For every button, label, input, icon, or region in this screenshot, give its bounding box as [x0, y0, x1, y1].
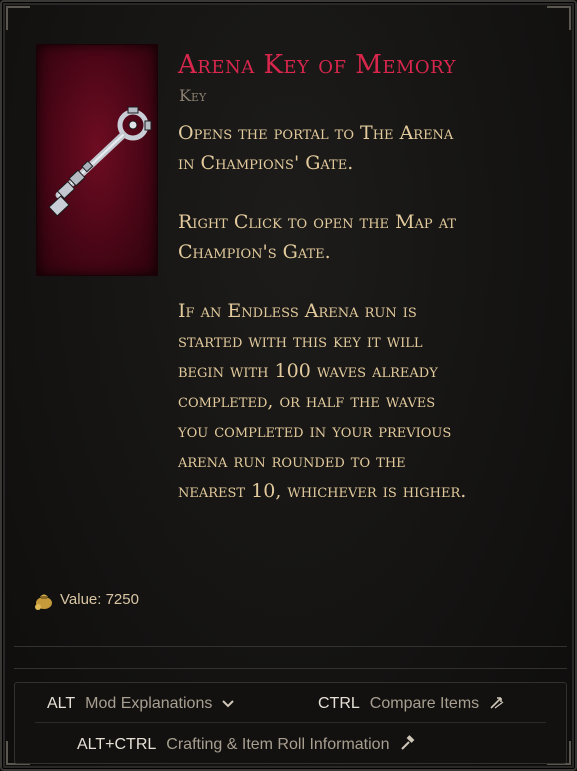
item-tooltip: Arena Key of Memory Key Opens the portal… — [0, 0, 577, 771]
description-line: you completed in your previous — [178, 420, 452, 442]
hint-label: Mod Explanations — [85, 695, 213, 712]
corner-ornament — [6, 6, 30, 30]
item-value: Value: 7250 — [34, 588, 139, 610]
description-line: in Champions' Gate. — [178, 152, 354, 174]
description-paragraph: Opens the portal to The Arena in Champio… — [178, 118, 563, 178]
description-line: completed, or half the waves — [178, 390, 436, 412]
divider — [35, 722, 546, 723]
item-name: Arena Key of Memory — [178, 50, 457, 80]
description-line: If an Endless Arena run is — [178, 300, 417, 322]
description-line: nearest 10, whichever is higher. — [178, 480, 467, 502]
description-paragraph: If an Endless Arena run is started with … — [178, 296, 563, 506]
hint-crafting-info[interactable]: ALT+CTRL Crafting & Item Roll Informatio… — [77, 735, 415, 754]
description-line: Champion's Gate. — [178, 241, 331, 263]
hint-compare-items[interactable]: CTRL Compare Items — [318, 695, 505, 713]
chevron-down-icon — [222, 697, 235, 712]
description-line: started with this key it will — [178, 330, 423, 352]
description-line: arena run rounded to the — [178, 450, 406, 472]
corner-ornament — [547, 6, 571, 30]
description-line: Opens the portal to The Arena — [178, 122, 454, 144]
gold-bag-icon — [34, 588, 54, 610]
hotkey-label: ALT+CTRL — [77, 735, 157, 753]
item-type: Key — [179, 86, 207, 105]
hotkey-label: ALT — [47, 695, 76, 712]
hammer-icon — [399, 735, 415, 754]
hint-label: Compare Items — [369, 695, 480, 712]
divider — [14, 646, 567, 647]
compare-arrows-icon — [489, 696, 505, 713]
item-description: Opens the portal to The Arena in Champio… — [178, 118, 563, 506]
hint-label: Crafting & Item Roll Information — [166, 735, 390, 753]
divider — [14, 668, 567, 669]
hint-mod-explanations[interactable]: ALT Mod Explanations — [47, 695, 235, 713]
description-paragraph: Right Click to open the Map at Champion'… — [178, 207, 563, 267]
hotkey-label: CTRL — [318, 695, 360, 712]
description-line: Right Click to open the Map at — [178, 211, 457, 233]
hotkey-hints: ALT Mod Explanations CTRL Compare Items … — [14, 682, 567, 764]
value-label: Value: 7250 — [60, 590, 139, 608]
item-icon-frame — [36, 44, 158, 276]
description-line: begin with 100 waves already — [178, 360, 438, 382]
key-icon — [48, 106, 152, 217]
